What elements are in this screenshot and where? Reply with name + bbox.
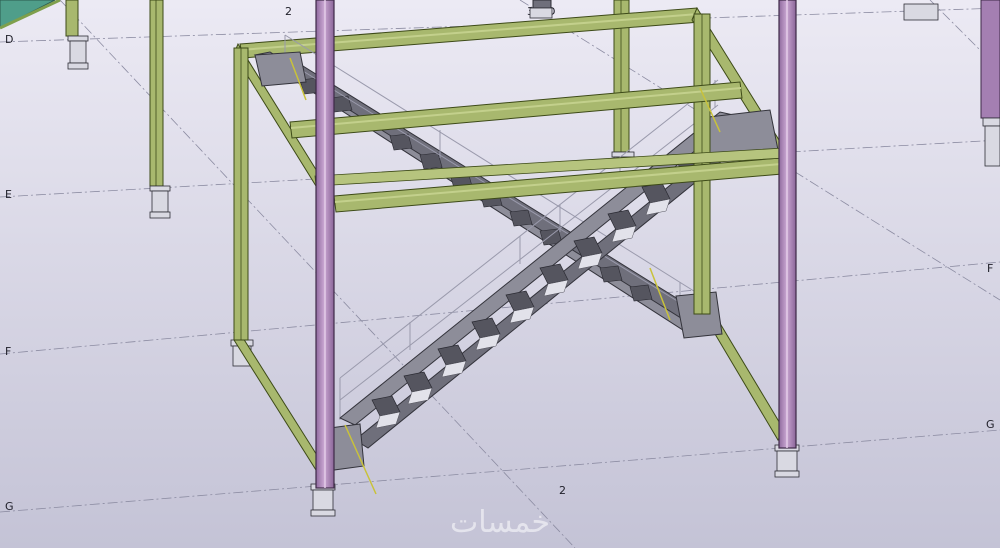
grid-label-left-d: D [5,33,13,46]
watermark: خمسات [450,505,550,540]
grid-label-left-g: G [5,500,14,513]
column-purple-far [980,0,1000,119]
model-viewport[interactable]: D E F G F G 4 E 2 3 D 4 2 3 [0,0,1000,548]
column-far-2 [149,0,164,187]
column-far-1 [65,0,79,37]
grid-label-top-2: 2 [285,5,292,18]
grid-label-left-f: F [5,345,11,358]
grid-label-right-f: F [987,262,993,275]
grid-label-right-g: G [986,418,995,431]
grid-label-bottom-2: 2 [559,484,566,497]
column-far-4 [532,0,552,9]
structure-3d-view[interactable]: D E F G F G 4 E 2 3 D 4 2 3 [0,0,1000,548]
grid-label-left-e: E [5,188,12,201]
